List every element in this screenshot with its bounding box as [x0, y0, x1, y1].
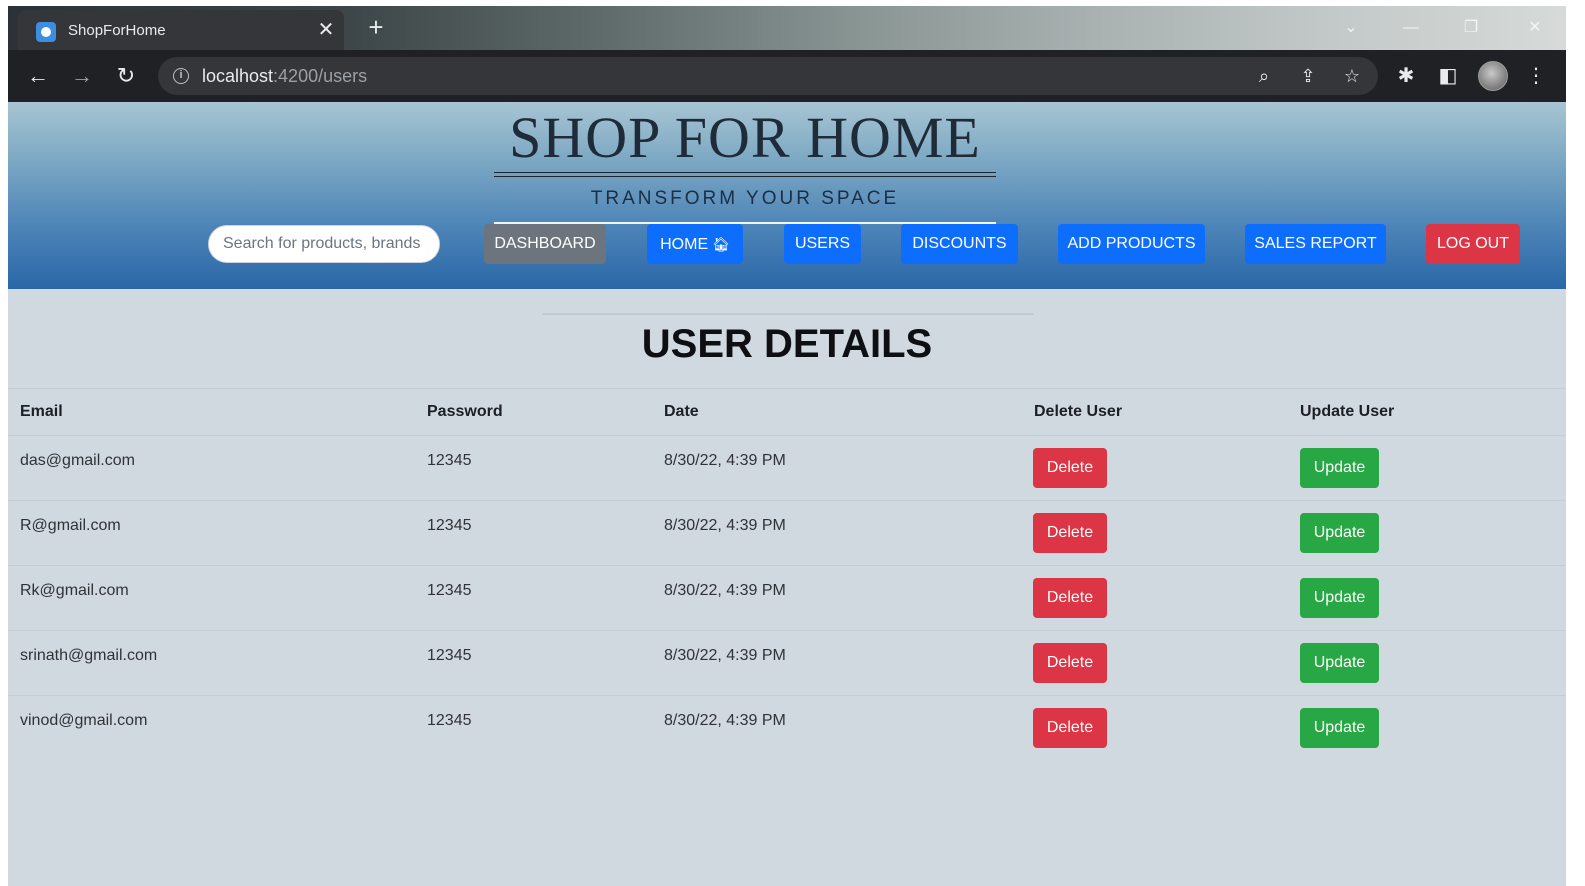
table-header-row: Email Password Date Delete User Update U…: [8, 388, 1566, 436]
sales-report-button[interactable]: SALES REPORT: [1245, 224, 1386, 264]
add-products-button[interactable]: ADD PRODUCTS: [1058, 224, 1205, 264]
tab-strip: ShopForHome ✕ + ⌄ — ❐ ✕: [8, 6, 1566, 50]
date-cell: 8/30/22, 4:39 PM: [664, 647, 786, 664]
delete-user-button[interactable]: Delete: [1033, 513, 1107, 553]
url-path: :4200/users: [273, 66, 368, 86]
date-cell: 8/30/22, 4:39 PM: [664, 582, 786, 599]
date-cell: 8/30/22, 4:39 PM: [664, 712, 786, 729]
date-cell: 8/30/22, 4:39 PM: [664, 452, 786, 469]
email-cell: srinath@gmail.com: [20, 647, 158, 664]
table-row: das@gmail.com 12345 8/30/22, 4:39 PM Del…: [8, 436, 1566, 501]
browser-toolbar: ← → ↻ i localhost:4200/users ⌕ ⇪ ☆ ✱ ◧ ⋮: [8, 50, 1566, 102]
home-button-label: HOME: [660, 236, 709, 253]
site-header: SHOP FOR HOME TRANSFORM YOUR SPACE DASHB…: [8, 102, 1566, 289]
share-icon[interactable]: ⇪: [1296, 64, 1320, 88]
password-cell: 12345: [427, 647, 472, 664]
back-arrow-icon[interactable]: ←: [24, 62, 52, 90]
column-header-email: Email: [20, 403, 63, 420]
update-user-button[interactable]: Update: [1300, 513, 1379, 553]
table-row: srinath@gmail.com 12345 8/30/22, 4:39 PM…: [8, 631, 1566, 696]
info-icon[interactable]: i: [173, 68, 189, 84]
update-user-button[interactable]: Update: [1300, 578, 1379, 618]
column-header-password: Password: [427, 403, 503, 420]
side-panel-icon[interactable]: ◧: [1434, 62, 1462, 90]
tab-title: ShopForHome: [68, 22, 166, 39]
table-row: Rk@gmail.com 12345 8/30/22, 4:39 PM Dele…: [8, 566, 1566, 631]
column-header-date: Date: [664, 403, 699, 420]
new-tab-icon[interactable]: +: [364, 14, 388, 40]
minimize-icon[interactable]: —: [1396, 16, 1426, 40]
column-header-update-user: Update User: [1300, 403, 1395, 420]
browser-window: ShopForHome ✕ + ⌄ — ❐ ✕ ← → ↻ i localhos…: [8, 6, 1566, 886]
table-row: vinod@gmail.com 12345 8/30/22, 4:39 PM D…: [8, 696, 1566, 761]
brand-divider: [494, 172, 996, 173]
email-cell: das@gmail.com: [20, 452, 135, 469]
home-button[interactable]: HOME 🏠︎: [647, 224, 743, 264]
url-text: localhost:4200/users: [202, 66, 367, 87]
email-cell: R@gmail.com: [20, 517, 121, 534]
favicon-icon: [36, 22, 56, 42]
address-bar[interactable]: i localhost:4200/users ⌕ ⇪ ☆: [158, 57, 1378, 95]
bookmark-star-icon[interactable]: ☆: [1340, 64, 1364, 88]
profile-avatar[interactable]: [1478, 61, 1508, 91]
content-divider: [542, 313, 1034, 315]
password-cell: 12345: [427, 517, 472, 534]
search-input[interactable]: [208, 225, 440, 263]
brand-tagline: TRANSFORM YOUR SPACE: [590, 188, 900, 209]
delete-user-button[interactable]: Delete: [1033, 578, 1107, 618]
table-row: R@gmail.com 12345 8/30/22, 4:39 PM Delet…: [8, 501, 1566, 566]
discounts-button[interactable]: DISCOUNTS: [901, 224, 1018, 264]
chevron-down-icon[interactable]: ⌄: [1336, 16, 1366, 40]
kebab-menu-icon[interactable]: ⋮: [1522, 62, 1550, 90]
delete-user-button[interactable]: Delete: [1033, 643, 1107, 683]
password-cell: 12345: [427, 712, 472, 729]
home-icon: 🏠︎: [712, 236, 730, 252]
date-cell: 8/30/22, 4:39 PM: [664, 517, 786, 534]
page-title: USER DETAILS: [641, 322, 933, 366]
logout-button[interactable]: LOG OUT: [1426, 224, 1520, 264]
column-header-delete-user: Delete User: [1034, 403, 1123, 420]
reload-icon[interactable]: ↻: [112, 62, 140, 90]
update-user-button[interactable]: Update: [1300, 708, 1379, 748]
email-cell: Rk@gmail.com: [20, 582, 129, 599]
delete-user-button[interactable]: Delete: [1033, 708, 1107, 748]
close-window-icon[interactable]: ✕: [1520, 16, 1550, 40]
dashboard-button[interactable]: DASHBOARD: [484, 224, 606, 264]
password-cell: 12345: [427, 452, 472, 469]
update-user-button[interactable]: Update: [1300, 643, 1379, 683]
delete-user-button[interactable]: Delete: [1033, 448, 1107, 488]
password-cell: 12345: [427, 582, 472, 599]
update-user-button[interactable]: Update: [1300, 448, 1379, 488]
brand-title: SHOP FOR HOME: [509, 105, 981, 170]
zoom-icon[interactable]: ⌕: [1252, 64, 1276, 88]
close-tab-icon[interactable]: ✕: [316, 18, 336, 42]
url-host: localhost: [202, 66, 274, 86]
extensions-puzzle-icon[interactable]: ✱: [1392, 62, 1420, 90]
maximize-icon[interactable]: ❐: [1456, 16, 1486, 40]
users-button[interactable]: USERS: [784, 224, 861, 264]
browser-tab[interactable]: ShopForHome ✕: [18, 10, 344, 50]
brand-divider: [494, 176, 996, 177]
email-cell: vinod@gmail.com: [20, 712, 148, 729]
forward-arrow-icon[interactable]: →: [68, 62, 96, 90]
